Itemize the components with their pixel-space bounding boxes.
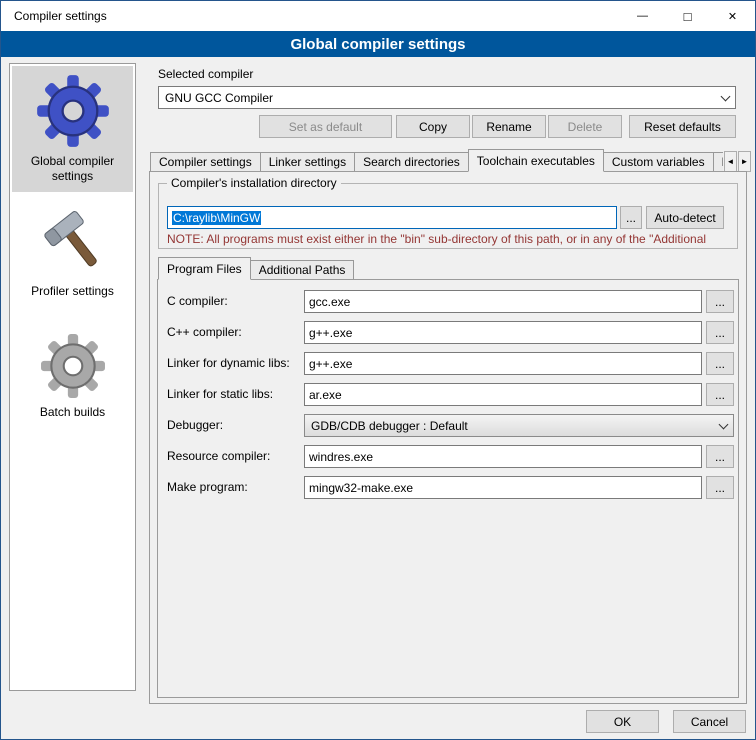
settings-category-list: Global compiler settings Profiler settin… [9, 63, 136, 691]
selected-compiler-label: Selected compiler [158, 67, 253, 81]
cpp-compiler-input[interactable]: g++.exe [304, 321, 702, 344]
field-label-resource-compiler: Resource compiler: [167, 449, 270, 463]
sidebar-item-label: Batch builds [40, 405, 105, 420]
tab-scroll-right-icon[interactable]: ► [738, 151, 751, 172]
delete-button[interactable]: Delete [548, 115, 622, 138]
tab-compiler-settings[interactable]: Compiler settings [150, 152, 261, 172]
input-value: mingw32-make.exe [309, 481, 413, 495]
settings-tabstrip: Compiler settings Linker settings Search… [150, 149, 723, 172]
auto-detect-button[interactable]: Auto-detect [646, 206, 724, 229]
linker-dynamic-browse-button[interactable]: ... [706, 352, 734, 375]
field-label-cpp-compiler: C++ compiler: [167, 325, 242, 339]
sidebar-item-label: Global compiler settings [16, 154, 129, 184]
cancel-button[interactable]: Cancel [673, 710, 746, 733]
installation-directory-group-title: Compiler's installation directory [167, 176, 341, 190]
field-label-make-program: Make program: [167, 480, 248, 494]
cpp-compiler-browse-button[interactable]: ... [706, 321, 734, 344]
field-label-linker-dynamic: Linker for dynamic libs: [167, 356, 290, 370]
make-program-input[interactable]: mingw32-make.exe [304, 476, 702, 499]
page-title: Global compiler settings [1, 31, 755, 57]
installation-note: NOTE: All programs must exist either in … [167, 232, 733, 246]
linker-static-browse-button[interactable]: ... [706, 383, 734, 406]
selected-compiler-select[interactable]: GNU GCC Compiler [158, 86, 736, 109]
tab-custom-variables[interactable]: Custom variables [603, 152, 714, 172]
tab-toolchain-executables[interactable]: Toolchain executables [468, 149, 604, 172]
set-as-default-button[interactable]: Set as default [259, 115, 392, 138]
linker-static-input[interactable]: ar.exe [304, 383, 702, 406]
input-value: windres.exe [309, 450, 373, 464]
gear-gray-icon [40, 333, 106, 399]
sidebar-item-label: Profiler settings [31, 284, 114, 299]
selected-compiler-value: GNU GCC Compiler [165, 91, 273, 105]
gear-blue-icon [36, 74, 110, 148]
resource-compiler-input[interactable]: windres.exe [304, 445, 702, 468]
input-value: ar.exe [309, 388, 342, 402]
tab-program-files[interactable]: Program Files [158, 257, 251, 280]
tab-search-directories[interactable]: Search directories [354, 152, 469, 172]
input-value: g++.exe [309, 357, 352, 371]
reset-defaults-button[interactable]: Reset defaults [629, 115, 736, 138]
chevron-down-icon [721, 91, 731, 101]
c-compiler-input[interactable]: gcc.exe [304, 290, 702, 313]
titlebar[interactable]: Compiler settings — □ ✕ [1, 1, 755, 31]
program-tabstrip: Program Files Additional Paths [158, 257, 558, 280]
installation-directory-value: C:\raylib\MinGW [172, 211, 261, 225]
close-button[interactable]: ✕ [710, 1, 755, 31]
debugger-value: GDB/CDB debugger : Default [311, 419, 468, 433]
installation-directory-input[interactable]: C:\raylib\MinGW [167, 206, 617, 229]
sidebar-item-profiler-settings[interactable]: Profiler settings [12, 202, 133, 307]
sidebar-item-batch-builds[interactable]: Batch builds [12, 325, 133, 428]
make-program-browse-button[interactable]: ... [706, 476, 734, 499]
input-value: g++.exe [309, 326, 352, 340]
window-controls: — □ ✕ [620, 1, 755, 31]
tab-linker-settings[interactable]: Linker settings [260, 152, 355, 172]
tab-additional-paths[interactable]: Additional Paths [250, 260, 355, 280]
rename-button[interactable]: Rename [472, 115, 546, 138]
hammer-icon [41, 210, 105, 278]
window-title: Compiler settings [1, 9, 107, 23]
tab-build-options[interactable]: Buil [713, 152, 723, 172]
maximize-button[interactable]: □ [665, 1, 710, 31]
field-label-c-compiler: C compiler: [167, 294, 228, 308]
minimize-button[interactable]: — [620, 1, 665, 31]
resource-compiler-browse-button[interactable]: ... [706, 445, 734, 468]
linker-dynamic-input[interactable]: g++.exe [304, 352, 702, 375]
tab-scroll-left-icon[interactable]: ◄ [724, 151, 737, 172]
chevron-down-icon [719, 419, 729, 429]
debugger-select[interactable]: GDB/CDB debugger : Default [304, 414, 734, 437]
field-label-debugger: Debugger: [167, 418, 223, 432]
compiler-settings-window: Compiler settings — □ ✕ Global compiler … [0, 0, 756, 740]
sidebar-item-global-compiler-settings[interactable]: Global compiler settings [12, 66, 133, 192]
installation-directory-browse-button[interactable]: ... [620, 206, 642, 229]
ok-button[interactable]: OK [586, 710, 659, 733]
copy-button[interactable]: Copy [396, 115, 470, 138]
c-compiler-browse-button[interactable]: ... [706, 290, 734, 313]
field-label-linker-static: Linker for static libs: [167, 387, 273, 401]
input-value: gcc.exe [309, 295, 350, 309]
